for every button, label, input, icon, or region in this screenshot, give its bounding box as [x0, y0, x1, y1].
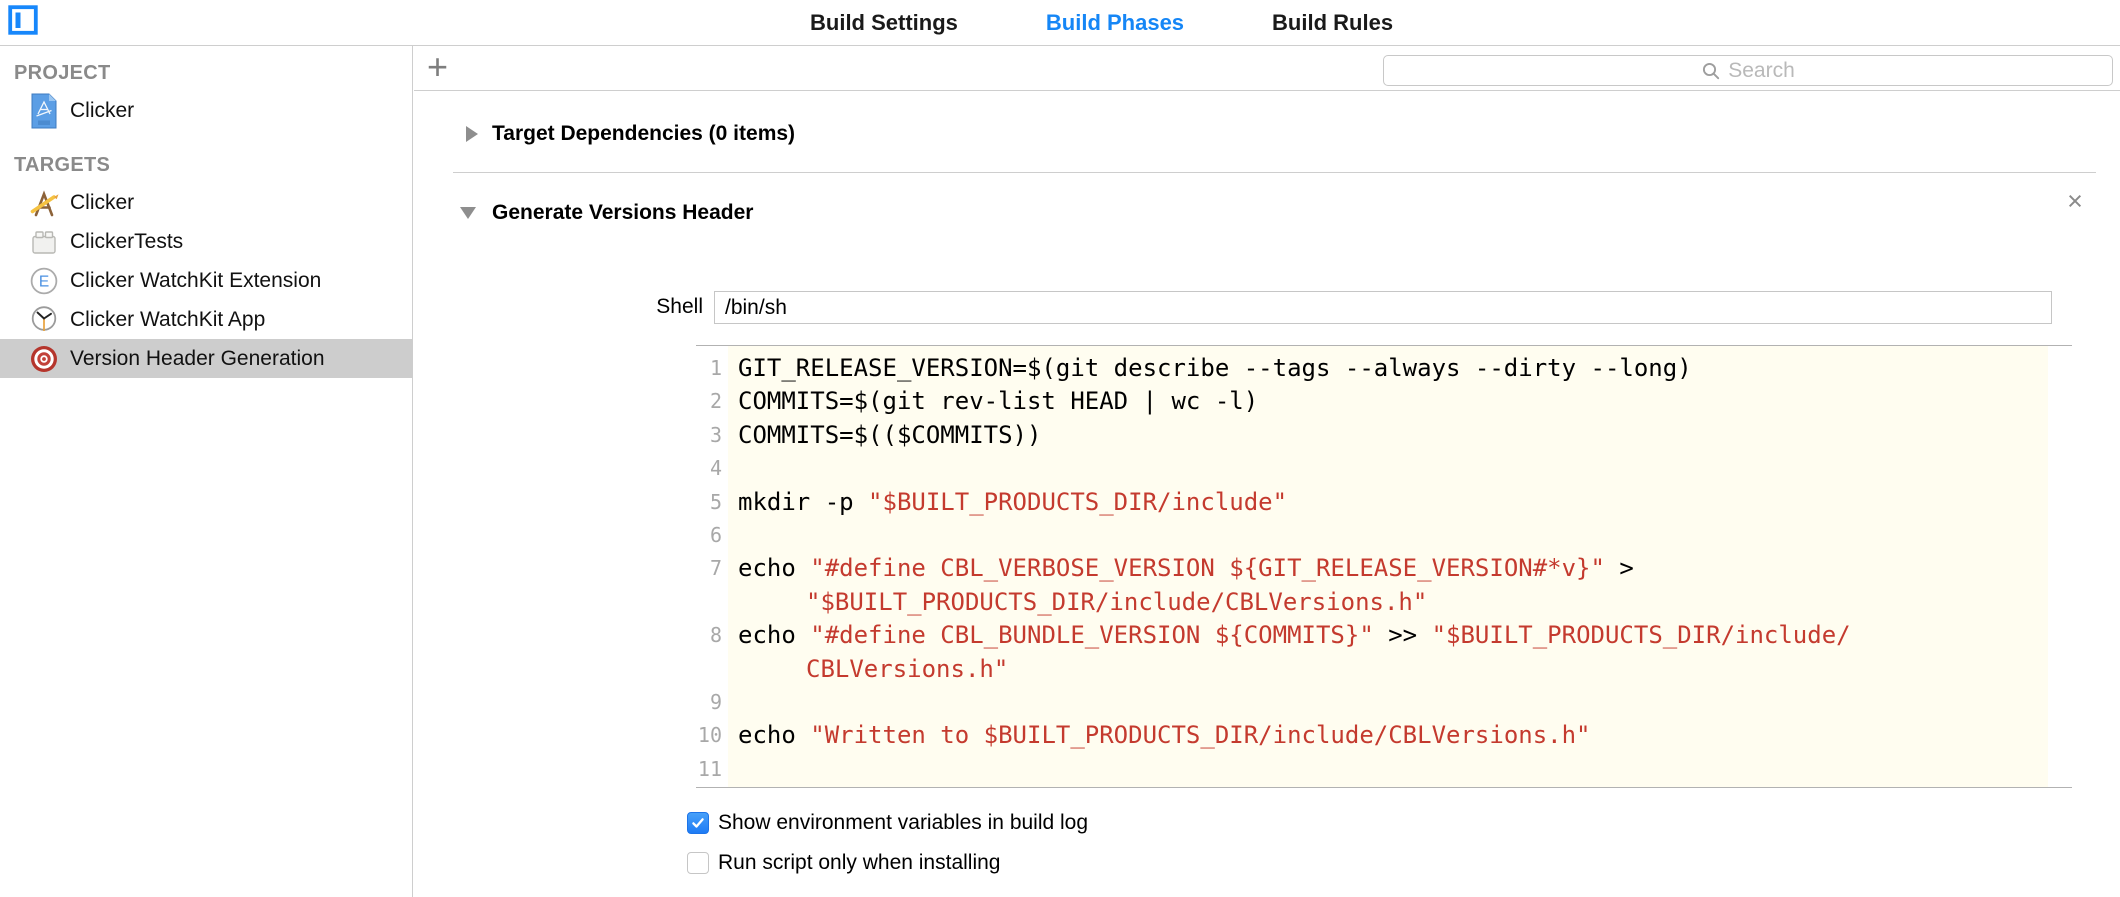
sidebar-item-clicker[interactable]: Clicker — [0, 183, 413, 222]
xcode-build-phases-window: Build Settings Build Phases Build Rules PR… — [0, 0, 2120, 897]
line-content: echo "#define CBL_VERBOSE_VERSION ${GIT_… — [728, 552, 1634, 585]
targets-list: Clicker ClickerTests E Clicker WatchKit Ext… — [0, 183, 413, 378]
tab-build-rules[interactable]: Build Rules — [1272, 10, 1393, 36]
line-number: 4 — [696, 452, 728, 485]
disclosure-expanded-icon[interactable] — [460, 207, 476, 219]
test-bundle-icon — [28, 224, 60, 260]
line-content — [728, 519, 738, 552]
checked-checkbox[interactable] — [687, 812, 709, 834]
line-number: 3 — [696, 419, 728, 452]
svg-text:E: E — [39, 273, 49, 290]
sidebar-item-clicker-watchkit-extension[interactable]: E Clicker WatchKit Extension — [0, 261, 413, 300]
tab-build-settings[interactable]: Build Settings — [810, 10, 958, 36]
search-input[interactable] — [1384, 56, 2112, 85]
script-line[interactable]: 11 — [696, 753, 2072, 786]
script-phase-section-header[interactable]: Generate Versions Header — [460, 196, 753, 230]
disclosure-collapsed-icon[interactable] — [466, 126, 478, 142]
unchecked-checkbox[interactable] — [687, 852, 709, 874]
line-content: COMMITS=$(git rev-list HEAD | wc -l) — [728, 385, 1258, 418]
option-label: Run script only when installing — [718, 851, 1000, 875]
line-number: 9 — [696, 686, 728, 719]
line-content: GIT_RELEASE_VERSION=$(git describe --tag… — [728, 352, 1692, 385]
sidebar-item-label: Clicker — [70, 191, 134, 215]
option-row-run-script-only-when-installing: Run script only when installing — [687, 852, 1088, 874]
script-line[interactable]: 3COMMITS=$(($COMMITS)) — [696, 419, 2072, 452]
line-content — [728, 452, 738, 485]
project-heading: PROJECT — [14, 62, 111, 85]
add-build-phase-button[interactable]: + — [427, 44, 448, 89]
line-number: 8 — [696, 619, 728, 652]
target-dependencies-section-header[interactable]: Target Dependencies (0 items) — [466, 116, 795, 152]
shell-script-editor[interactable]: 1GIT_RELEASE_VERSION=$(git describe --ta… — [696, 345, 2072, 788]
line-number: 1 — [696, 352, 728, 385]
option-row-show-environment-variables-in-build-log: Show environment variables in build log — [687, 812, 1088, 834]
project-targets-sidebar: PROJECT Clicker TARGETS Clicker ClickerTe… — [0, 46, 413, 897]
script-line[interactable]: 6 — [696, 519, 2072, 552]
script-phase-title: Generate Versions Header — [492, 201, 753, 225]
remove-phase-button[interactable]: × — [2058, 184, 2092, 218]
script-line[interactable]: 9 — [696, 686, 2072, 719]
line-number — [696, 653, 728, 686]
tab-build-phases[interactable]: Build Phases — [1046, 10, 1184, 36]
script-line[interactable]: 10echo "Written to $BUILT_PRODUCTS_DIR/i… — [696, 719, 2072, 752]
option-label: Show environment variables in build log — [718, 811, 1088, 835]
script-line[interactable]: 2COMMITS=$(git rev-list HEAD | wc -l) — [696, 385, 2072, 418]
sidebar-item-version-header-generation[interactable]: Version Header Generation — [0, 339, 413, 378]
line-content: mkdir -p "$BUILT_PRODUCTS_DIR/include" — [728, 486, 1287, 519]
section-divider — [453, 172, 2096, 173]
sidebar-item-label: ClickerTests — [70, 230, 183, 254]
watch-app-icon — [28, 302, 60, 338]
line-number: 10 — [696, 719, 728, 752]
sidebar-item-clicker[interactable]: Clicker — [0, 88, 413, 134]
line-content — [728, 753, 738, 786]
sidebar-item-label: Version Header Generation — [70, 347, 325, 371]
target-dependencies-title: Target Dependencies (0 items) — [492, 122, 795, 146]
line-content: COMMITS=$(($COMMITS)) — [728, 419, 1041, 452]
line-number: 6 — [696, 519, 728, 552]
editor-tab-bar: Build Settings Build Phases Build Rules — [810, 0, 1393, 46]
phases-toolbar: + Search — [414, 46, 2120, 91]
sidebar-item-clicker-watchkit-app[interactable]: Clicker WatchKit App — [0, 300, 413, 339]
build-phases-editor: + Search Target Dependencies (0 items) — [414, 46, 2120, 897]
line-content — [728, 686, 738, 719]
aggregate-target-icon — [28, 341, 60, 377]
script-line[interactable]: "$BUILT_PRODUCTS_DIR/include/CBLVersions… — [696, 586, 2072, 619]
extension-icon: E — [28, 263, 60, 299]
script-line[interactable]: 7echo "#define CBL_VERBOSE_VERSION ${GIT… — [696, 552, 2072, 585]
targets-heading: TARGETS — [14, 154, 110, 177]
app-target-icon — [28, 185, 60, 221]
script-line[interactable]: 8echo "#define CBL_BUNDLE_VERSION ${COMM… — [696, 619, 2072, 652]
shell-input[interactable] — [714, 291, 2052, 324]
line-content: CBLVersions.h" — [728, 653, 1008, 686]
script-line[interactable]: 1GIT_RELEASE_VERSION=$(git describe --ta… — [696, 352, 2072, 385]
sidebar-item-label: Clicker WatchKit Extension — [70, 269, 321, 293]
line-number: 2 — [696, 385, 728, 418]
sidebar-item-label: Clicker WatchKit App — [70, 308, 265, 332]
script-phase-options: Show environment variables in build log R… — [687, 812, 1088, 892]
shell-label: Shell — [614, 295, 703, 319]
line-number: 5 — [696, 486, 728, 519]
script-line[interactable]: 5mkdir -p "$BUILT_PRODUCTS_DIR/include" — [696, 486, 2072, 519]
editor-header: Build Settings Build Phases Build Rules — [0, 0, 2120, 46]
sidebar-toggle-icon[interactable] — [8, 5, 38, 35]
project-list: Clicker — [0, 88, 413, 134]
line-number — [696, 586, 728, 619]
line-content: "$BUILT_PRODUCTS_DIR/include/CBLVersions… — [728, 586, 1427, 619]
search-field[interactable]: Search — [1383, 55, 2113, 86]
line-content: echo "Written to $BUILT_PRODUCTS_DIR/inc… — [728, 719, 1591, 752]
xcodeproj-icon — [28, 93, 60, 129]
sidebar-item-clickertests[interactable]: ClickerTests — [0, 222, 413, 261]
line-number: 7 — [696, 552, 728, 585]
sidebar-item-label: Clicker — [70, 99, 134, 123]
script-line[interactable]: 4 — [696, 452, 2072, 485]
line-number: 11 — [696, 753, 728, 786]
line-content: echo "#define CBL_BUNDLE_VERSION ${COMMI… — [728, 619, 1851, 652]
script-line[interactable]: CBLVersions.h" — [696, 653, 2072, 686]
